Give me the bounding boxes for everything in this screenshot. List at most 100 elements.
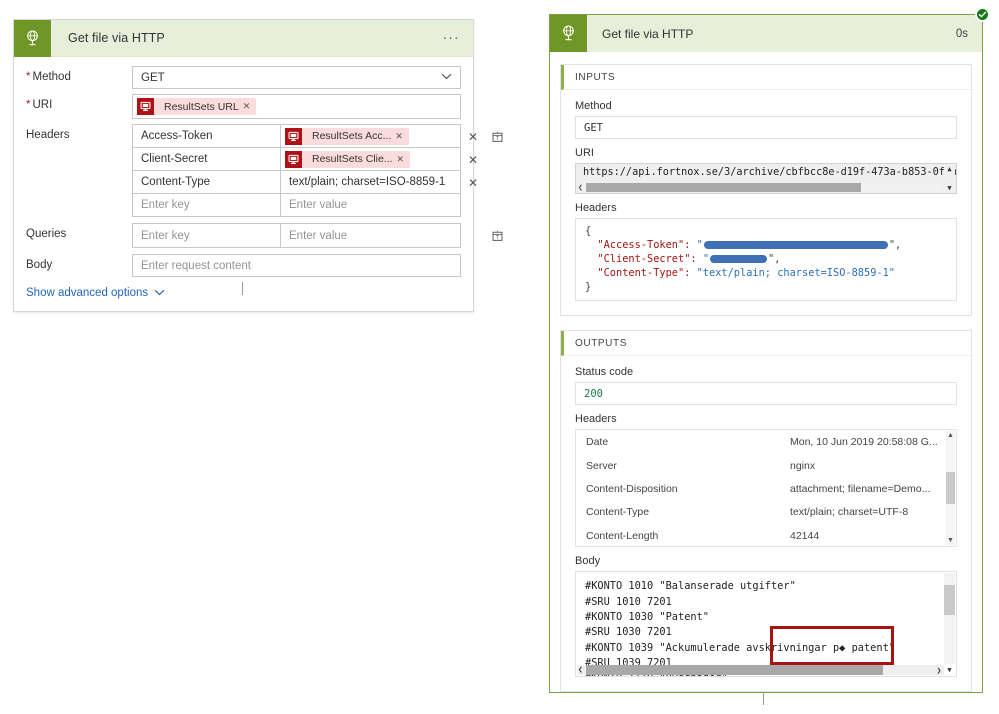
method-dropdown[interactable]: GET [132, 66, 461, 89]
scrollbar-thumb[interactable] [946, 472, 955, 505]
header-value: nginx [790, 459, 816, 472]
table-row: Content-Disposition attachment; filename… [576, 477, 956, 500]
header-value[interactable]: ResultSets Clie... ✕ [281, 148, 460, 170]
show-advanced-options-link[interactable]: Show advanced options [26, 287, 165, 299]
scroll-down-icon[interactable]: ▼ [947, 536, 954, 545]
body-input[interactable]: Enter request content [132, 254, 461, 277]
body-vertical-scrollbar[interactable] [944, 573, 955, 665]
inputs-method-label: Method [575, 100, 612, 112]
scrollbar-thumb[interactable] [586, 183, 862, 192]
header-key[interactable]: Content-Type [133, 171, 281, 193]
body-label: Body [26, 259, 53, 271]
header-value: text/plain; charset=UTF-8 [790, 506, 909, 519]
scroll-up-icon[interactable]: ▲ [947, 431, 954, 440]
inputs-section-header[interactable]: INPUTS [561, 65, 971, 90]
table-row: Content-Type text/plain; charset=ISO-885… [133, 171, 478, 194]
delete-row-icon[interactable]: ✕ [468, 177, 482, 189]
panel-title: Get file via HTTP [602, 26, 694, 41]
scroll-left-icon[interactable]: ❮ [578, 183, 583, 192]
method-row: * Method GET [26, 66, 461, 89]
query-key-input[interactable]: Enter key [133, 224, 281, 247]
http-action-card-header: Get file via HTTP ... [14, 19, 473, 57]
body-line: #SRU 1030 7201 [585, 626, 672, 639]
header-name: Server [586, 459, 617, 472]
run-duration: 0s [955, 27, 968, 40]
body-line: #KONTO 1039 "Ackumulerade avskrivningar … [585, 641, 895, 654]
token-label: ResultSets Acc... [312, 130, 392, 142]
dynamic-token-chip[interactable]: ResultSets URL ✕ [137, 98, 257, 115]
uri-vertical-scrollbar[interactable]: ▲ ▼ [944, 165, 955, 192]
flow-connector-left [242, 282, 243, 295]
status-code-value: 200 [575, 382, 957, 406]
scrollbar-thumb[interactable] [586, 665, 884, 676]
queries-label: Queries [26, 228, 67, 240]
outputs-headers-label: Headers [575, 413, 617, 426]
header-name: Content-Disposition [586, 482, 678, 495]
switch-to-text-mode-icon[interactable]: T [491, 229, 504, 242]
outputs-section-header[interactable]: OUTPUTS [561, 331, 971, 357]
http-action-card-body: * Method GET * URI ResultSets URL ✕ Head… [14, 57, 503, 311]
outputs-body-box[interactable]: #KONTO 1010 "Balanserade utgifter" #SRU … [575, 571, 957, 678]
header-value: Mon, 10 Jun 2019 20:58:08 G... [790, 436, 938, 449]
delete-row-icon[interactable]: ✕ [468, 131, 482, 143]
header-value[interactable]: ResultSets Acc... ✕ [281, 125, 460, 147]
card-more-menu-button[interactable]: ... [443, 27, 460, 45]
http-globe-icon [14, 19, 51, 57]
table-row-empty: Enter key Enter value [133, 194, 460, 217]
queries-keyvalue-grid: Enter key Enter value ✕ T [132, 223, 503, 248]
row-actions: ✕ [460, 171, 482, 194]
header-key-input[interactable]: Enter key [133, 194, 281, 216]
body-line: #KONTO 1010 "Balanserade utgifter" [585, 580, 796, 593]
header-key[interactable]: Client-Secret [133, 148, 281, 170]
required-marker: * [26, 99, 31, 111]
dynamic-token-chip[interactable]: ResultSets Clie... ✕ [285, 150, 411, 168]
header-value-input[interactable]: Enter value [281, 194, 460, 216]
row-actions: ✕ T [460, 224, 504, 247]
header-key[interactable]: Access-Token [133, 125, 281, 147]
show-advanced-options-label: Show advanced options [26, 287, 149, 299]
delete-row-icon[interactable]: ✕ [468, 154, 482, 166]
scroll-up-icon[interactable]: ▲ [947, 165, 951, 173]
remove-token-icon[interactable]: ✕ [395, 131, 409, 142]
inputs-section-title: INPUTS [575, 71, 616, 83]
json-key: "Access-Token": [597, 238, 691, 251]
json-trail: ", [768, 252, 781, 265]
inputs-uri-value: https://api.fortnox.se/3/archive/cbfbcc8… [583, 167, 957, 178]
chevron-down-icon [154, 288, 165, 298]
json-trail: ", [888, 238, 902, 251]
json-open-brace: { [585, 225, 592, 237]
scroll-left-icon[interactable]: ❮ [578, 665, 583, 675]
resultsets-monitor-icon [285, 127, 302, 145]
table-row: Content-Length 42144 [576, 524, 956, 546]
resultsets-monitor-icon [285, 150, 302, 168]
remove-token-icon[interactable]: ✕ [397, 154, 411, 165]
success-check-icon [975, 7, 990, 22]
header-value[interactable]: text/plain; charset=ISO-8859-1 [281, 171, 460, 193]
headers-vertical-scrollbar[interactable]: ▲ ▼ [946, 431, 955, 546]
switch-to-text-mode-icon[interactable]: T [491, 130, 504, 143]
header-name: Date [586, 436, 609, 449]
uri-horizontal-scrollbar[interactable]: ❮ ❯ [578, 183, 950, 192]
scroll-right-icon[interactable]: ❯ [934, 665, 944, 675]
resultsets-monitor-icon [137, 98, 154, 115]
query-value-input[interactable]: Enter value [281, 224, 460, 247]
scroll-down-icon[interactable]: ▼ [944, 665, 955, 675]
dynamic-token-chip[interactable]: ResultSets Acc... ✕ [285, 127, 409, 145]
scrollbar-thumb[interactable] [944, 585, 955, 616]
required-marker: * [26, 71, 31, 83]
inputs-uri-value-box[interactable]: https://api.fortnox.se/3/archive/cbfbcc8… [575, 163, 957, 194]
http-action-card: Get file via HTTP ... *Method GET *URI [13, 19, 503, 312]
uri-input[interactable]: ResultSets URL ✕ [132, 94, 461, 119]
run-details-panel: Get file via HTTP 0s INPUTS Method GET U… [549, 7, 990, 693]
json-entry: "Client-Secret": " ", [585, 253, 947, 267]
scroll-down-icon[interactable]: ▼ [947, 184, 951, 192]
token-label: ResultSets Clie... [312, 153, 393, 165]
headers-row: Headers Access-Token ResultSets Acc... ✕… [26, 124, 503, 217]
json-entry: "Content-Type": "text/plain; charset=ISO… [585, 267, 947, 281]
table-row: Client-Secret ResultSets Clie... ✕ ✕ [133, 148, 478, 171]
remove-token-icon[interactable]: ✕ [243, 101, 257, 112]
run-details-body: INPUTS Method GET URI https://api.fortno… [550, 52, 982, 714]
table-row: Date Mon, 10 Jun 2019 20:58:08 G... [576, 430, 956, 453]
body-horizontal-scrollbar[interactable]: ❮ [577, 665, 944, 676]
table-row-empty: Enter key Enter value ✕ T [133, 224, 503, 247]
